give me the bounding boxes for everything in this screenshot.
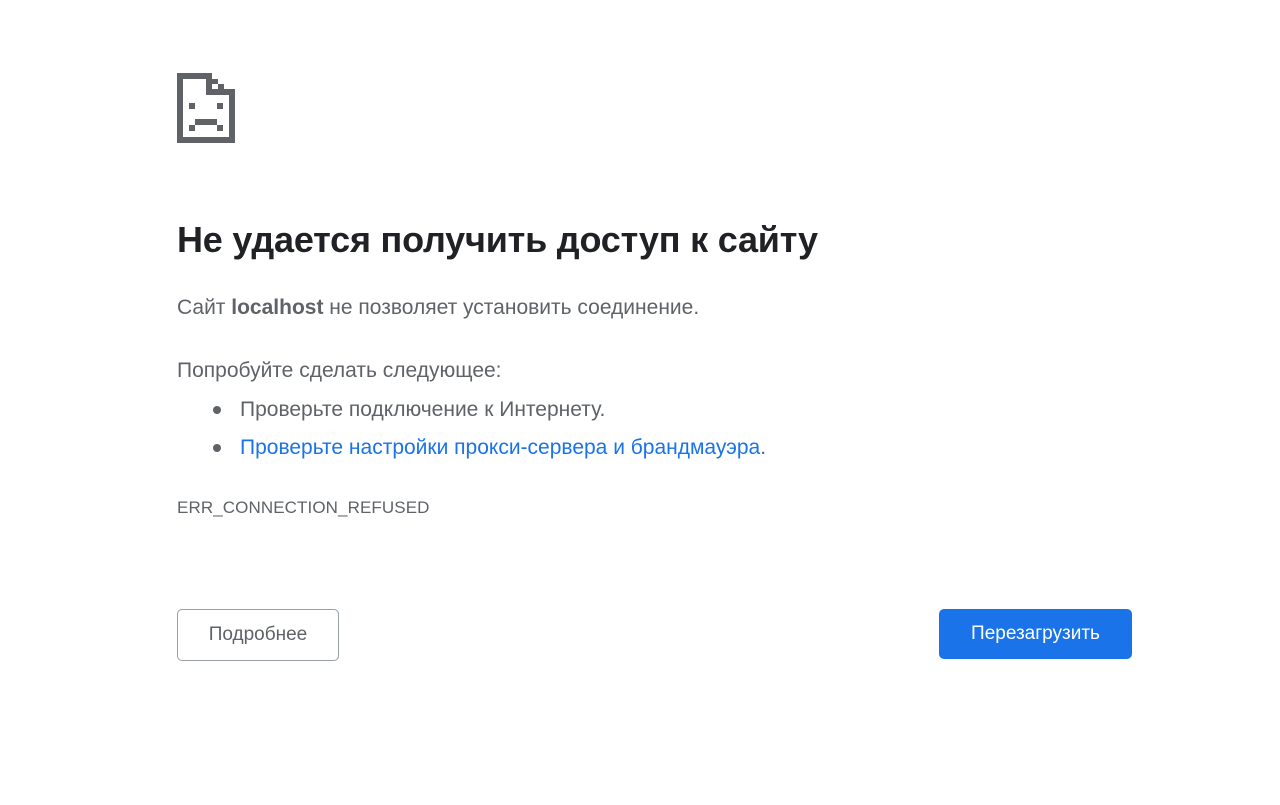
reload-button[interactable]: Перезагрузить xyxy=(939,609,1132,659)
error-summary: Сайт localhost не позволяет установить с… xyxy=(177,296,699,320)
summary-prefix: Сайт xyxy=(177,296,232,319)
suggestion-trailing: . xyxy=(760,436,767,459)
summary-suffix: не позволяет установить соединение. xyxy=(323,296,700,319)
proxy-firewall-settings-link[interactable]: Проверьте настройки прокси-сервера и бра… xyxy=(240,436,760,459)
bullet-icon xyxy=(213,444,221,452)
details-button[interactable]: Подробнее xyxy=(177,609,339,661)
suggestion-item: Проверьте настройки прокси-сервера и бра… xyxy=(177,434,766,472)
sad-page-icon xyxy=(177,73,235,143)
host-name: localhost xyxy=(231,296,324,319)
error-code: ERR_CONNECTION_REFUSED xyxy=(177,498,430,517)
page-title: Не удается получить доступ к сайту xyxy=(177,219,818,260)
suggestion-text: Проверьте подключение к Интернету. xyxy=(240,398,606,421)
bullet-icon xyxy=(213,406,221,414)
suggestions-heading: Попробуйте сделать следующее: xyxy=(177,359,502,382)
suggestion-item: Проверьте подключение к Интернету. xyxy=(177,396,766,434)
suggestions-list: Проверьте подключение к Интернету. Прове… xyxy=(177,396,766,472)
